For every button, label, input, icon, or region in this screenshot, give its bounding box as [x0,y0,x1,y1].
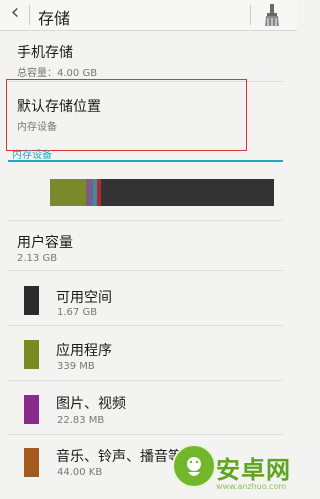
watermark-text: 安卓网 [216,456,291,484]
divider [8,270,283,271]
action-bar-divider [29,5,30,25]
divider [8,220,283,221]
user-capacity-value: 2.13 GB [17,253,58,264]
section-underline [8,160,283,162]
usage-segment-1 [85,179,93,206]
default-location-title[interactable]: 默认存储位置 [17,96,101,116]
phone-storage-total: 总容量：4.00 GB [17,68,98,79]
music-ringtones-label[interactable]: 音乐、铃声、播音等 [56,446,182,466]
apps-label[interactable]: 应用程序 [56,340,112,360]
divider [8,434,283,435]
page-title: 存储 [38,9,71,28]
android-logo-icon [172,444,216,488]
divider [8,325,283,326]
music-ringtones-swatch [24,448,39,477]
free-space-swatch [24,286,39,315]
pictures-videos-size: 22.83 MB [57,415,105,426]
pictures-videos-swatch [24,395,39,424]
free-space-label[interactable]: 可用空间 [56,287,112,307]
apps-swatch [24,340,39,369]
phone-storage-title: 手机存储 [17,45,73,61]
apps-size: 339 MB [57,361,95,372]
free-space-size: 1.67 GB [57,307,98,318]
action-bar-divider [250,5,251,25]
storage-usage-bar [50,179,274,206]
default-location-value: 内存设备 [17,122,57,133]
user-capacity-title: 用户容量 [17,235,73,251]
usage-segment-4 [101,179,274,206]
section-header: 内存设备 [12,150,52,161]
music-ringtones-size: 44.00 KB [57,467,103,478]
clean-brush-icon[interactable] [262,3,282,27]
watermark-url: www.anzhuo.com [216,482,287,491]
divider [8,380,283,381]
back-arrow-icon[interactable]: ‹ [6,2,24,24]
usage-segment-0 [50,179,86,206]
action-bar: ‹ 存储 [0,0,297,31]
watermark-logo: 安卓网 www.anzhuo.com [172,444,297,499]
pictures-videos-label[interactable]: 图片、视频 [56,393,126,413]
